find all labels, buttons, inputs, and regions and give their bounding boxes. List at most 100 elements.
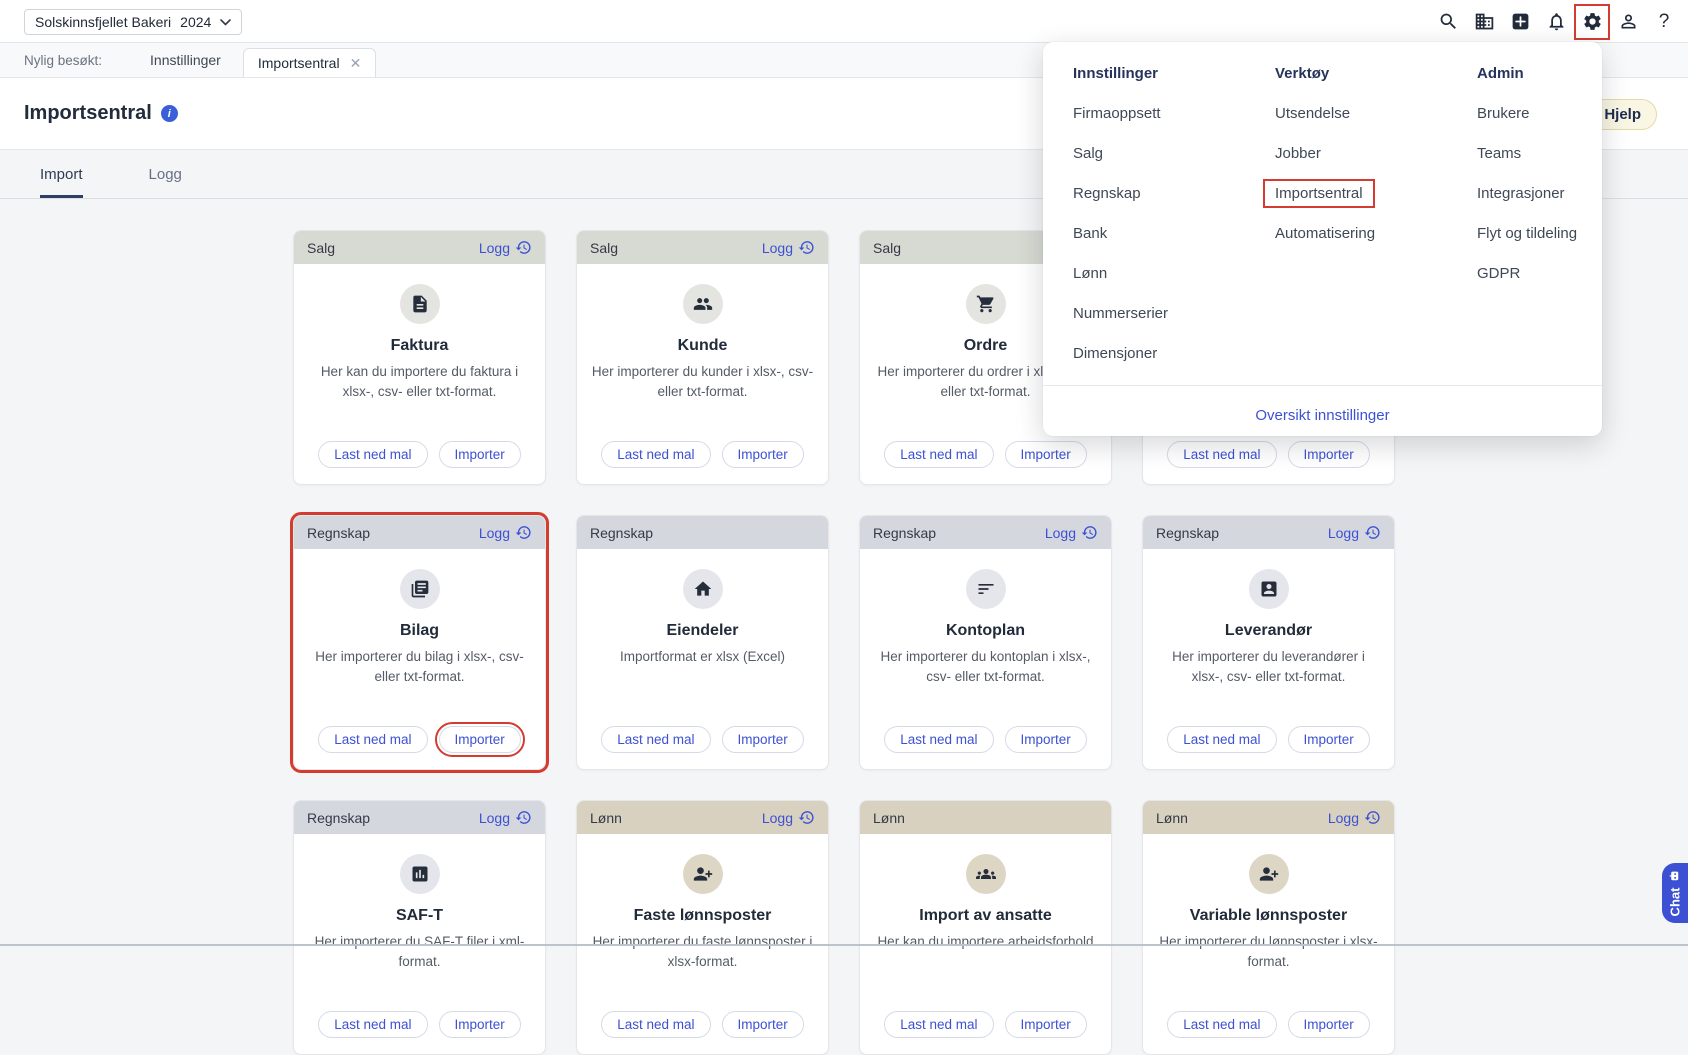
menu-column-admin: AdminBrukereTeamsIntegrasjonerFlyt og ti… — [1477, 53, 1577, 293]
download-template-button[interactable]: Last ned mal — [884, 1011, 993, 1038]
menu-item-lonn[interactable]: Lønn — [1073, 253, 1168, 293]
card-title: Import av ansatte — [919, 907, 1051, 925]
recent-tab-innstillinger[interactable]: Innstillinger — [150, 52, 221, 68]
download-template-button[interactable]: Last ned mal — [601, 726, 710, 753]
settings-overview-link[interactable]: Oversikt innstillinger — [1255, 407, 1389, 424]
menu-item-dimensjoner[interactable]: Dimensjoner — [1073, 333, 1168, 373]
card-icon — [966, 854, 1006, 894]
card-logg-link[interactable]: Logg — [1328, 524, 1381, 541]
card-title: Faktura — [391, 337, 449, 355]
card-icon — [1249, 569, 1289, 609]
menu-item-gdpr[interactable]: GDPR — [1477, 253, 1577, 293]
import-button[interactable]: Importer — [1005, 441, 1087, 468]
import-button[interactable]: Importer — [439, 1011, 521, 1038]
card-logg-link[interactable]: Logg — [762, 809, 815, 826]
download-template-button[interactable]: Last ned mal — [318, 726, 427, 753]
user-icon[interactable] — [1616, 10, 1640, 34]
import-button[interactable]: Importer — [1288, 726, 1370, 753]
card-logg-link[interactable]: Logg — [1328, 809, 1381, 826]
card-actions: Last ned mal Importer — [1143, 1011, 1394, 1038]
card-logg-link[interactable]: Logg — [479, 239, 532, 256]
tab-logg[interactable]: Logg — [149, 166, 182, 198]
bell-icon[interactable] — [1544, 10, 1568, 34]
menu-item-brukere[interactable]: Brukere — [1477, 93, 1577, 133]
import-button[interactable]: Importer — [1005, 1011, 1087, 1038]
import-button[interactable]: Importer — [1288, 1011, 1370, 1038]
tab-import[interactable]: Import — [40, 166, 83, 198]
import-button[interactable]: Importer — [722, 441, 804, 468]
company-name: Solskinnsfjellet Bakeri — [35, 14, 171, 30]
card-title: Leverandør — [1225, 622, 1312, 640]
add-square-icon[interactable] — [1508, 10, 1532, 34]
import-card: Lønn Logg Faste lønnsposter Her importer… — [576, 800, 829, 1055]
gear-icon[interactable] — [1580, 10, 1604, 34]
menu-column-verktoy: VerktøyUtsendelseJobberImportsentralAuto… — [1275, 53, 1375, 253]
download-template-button[interactable]: Last ned mal — [318, 1011, 427, 1038]
import-card-body: Eiendeler Importformat er xlsx (Excel) — [577, 549, 828, 667]
card-category-label: Salg — [307, 240, 335, 256]
menu-item-salg[interactable]: Salg — [1073, 133, 1168, 173]
menu-item-flyt-og-tildeling[interactable]: Flyt og tildeling — [1477, 213, 1577, 253]
menu-item-bank[interactable]: Bank — [1073, 213, 1168, 253]
menu-item-teams[interactable]: Teams — [1477, 133, 1577, 173]
card-description: Her importerer du faste lønnsposter i xl… — [589, 932, 817, 972]
card-description: Her importerer du SAF-T filer i xml-form… — [306, 932, 534, 972]
import-card-body: Bilag Her importerer du bilag i xlsx-, c… — [294, 549, 545, 687]
import-button[interactable]: Importer — [722, 726, 804, 753]
download-template-button[interactable]: Last ned mal — [601, 441, 710, 468]
import-button[interactable]: Importer — [1005, 726, 1087, 753]
import-button[interactable]: Importer — [439, 726, 521, 753]
card-description: Her kan du importere du faktura i xlsx-,… — [306, 362, 534, 402]
card-logg-link[interactable]: Logg — [1045, 524, 1098, 541]
import-card: Regnskap Logg SAF-T Her importerer du SA… — [293, 800, 546, 1055]
topbar-icons: ? — [1436, 0, 1676, 43]
menu-divider — [1043, 385, 1602, 386]
download-template-button[interactable]: Last ned mal — [601, 1011, 710, 1038]
card-title: Eiendeler — [666, 622, 738, 640]
import-button[interactable]: Importer — [1288, 441, 1370, 468]
help-question-icon[interactable]: ? — [1652, 10, 1676, 34]
card-logg-link[interactable]: Logg — [479, 524, 532, 541]
download-template-button[interactable]: Last ned mal — [318, 441, 427, 468]
card-icon — [683, 284, 723, 324]
download-template-button[interactable]: Last ned mal — [1167, 1011, 1276, 1038]
card-title: Ordre — [964, 337, 1008, 355]
card-icon — [683, 854, 723, 894]
card-actions: Last ned mal Importer — [294, 726, 545, 753]
logg-label: Logg — [479, 240, 510, 256]
menu-item-jobber[interactable]: Jobber — [1275, 133, 1375, 173]
import-card: Lønn Import av ansatte Her kan du import… — [859, 800, 1112, 1055]
building-icon[interactable] — [1472, 10, 1496, 34]
menu-item-integrasjoner[interactable]: Integrasjoner — [1477, 173, 1577, 213]
import-card: Lønn Logg Variable lønnsposter Her impor… — [1142, 800, 1395, 1055]
menu-footer: Oversikt innstillinger — [1043, 394, 1602, 436]
info-icon[interactable]: i — [161, 105, 178, 122]
download-template-button[interactable]: Last ned mal — [1167, 726, 1276, 753]
download-template-button[interactable]: Last ned mal — [884, 726, 993, 753]
recent-tab-importsentral[interactable]: Importsentral ✕ — [243, 48, 376, 77]
download-template-button[interactable]: Last ned mal — [1167, 441, 1276, 468]
menu-item-automatisering[interactable]: Automatisering — [1275, 213, 1375, 253]
card-description: Her importerer du bilag i xlsx-, csv- el… — [306, 647, 534, 687]
menu-item-firmaoppsett[interactable]: Firmaoppsett — [1073, 93, 1168, 133]
card-category-label: Regnskap — [1156, 525, 1219, 541]
download-template-button[interactable]: Last ned mal — [884, 441, 993, 468]
import-card-body: Import av ansatte Her kan du importere a… — [860, 834, 1111, 952]
search-icon[interactable] — [1436, 10, 1460, 34]
menu-item-nummerserier[interactable]: Nummerserier — [1073, 293, 1168, 333]
menu-section-header: Admin — [1477, 53, 1577, 93]
card-logg-link[interactable]: Logg — [479, 809, 532, 826]
chevron-down-icon — [220, 19, 231, 26]
card-logg-link[interactable]: Logg — [762, 239, 815, 256]
card-title: Kunde — [678, 337, 728, 355]
import-button[interactable]: Importer — [722, 1011, 804, 1038]
menu-item-importsentral[interactable]: Importsentral — [1275, 173, 1375, 213]
menu-item-utsendelse[interactable]: Utsendelse — [1275, 93, 1375, 133]
import-button[interactable]: Importer — [439, 441, 521, 468]
close-icon[interactable]: ✕ — [350, 56, 362, 70]
company-selector[interactable]: Solskinnsfjellet Bakeri 2024 — [24, 9, 242, 35]
menu-section-header: Verktøy — [1275, 53, 1375, 93]
menu-item-regnskap[interactable]: Regnskap — [1073, 173, 1168, 213]
chat-button[interactable]: Chat — [1662, 863, 1688, 923]
card-icon — [966, 284, 1006, 324]
